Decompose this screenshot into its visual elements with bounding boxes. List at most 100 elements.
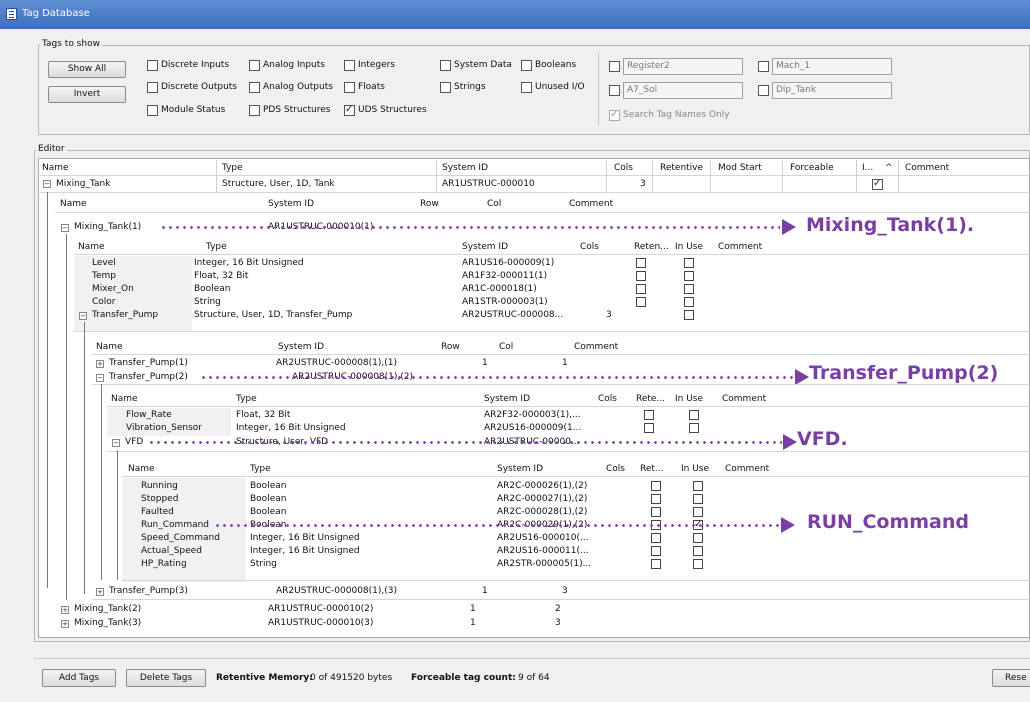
inuse-checkbox[interactable] — [693, 481, 703, 491]
l2-row-name[interactable]: Temp — [92, 271, 116, 281]
l2-systemid-header[interactable]: System ID — [462, 242, 508, 252]
discrete-inputs-checkbox[interactable] — [147, 60, 158, 71]
inuse-checkbox[interactable] — [693, 494, 703, 504]
retentive-checkbox[interactable] — [651, 494, 661, 504]
l2-row-name[interactable]: Mixer_On — [92, 284, 134, 294]
retentive-checkbox[interactable] — [636, 258, 646, 268]
l5-retentive-header[interactable]: Ret... — [640, 464, 664, 474]
l3-systemid-header[interactable]: System ID — [278, 342, 324, 352]
retentive-checkbox[interactable] — [644, 410, 654, 420]
l2-row-name[interactable]: Transfer_Pump — [92, 310, 158, 320]
integers-checkbox[interactable] — [344, 60, 355, 71]
l1-row-header[interactable]: Row — [420, 199, 439, 209]
inuse-checkbox[interactable] — [689, 410, 699, 420]
l4-inuse-header[interactable]: In Use — [675, 394, 703, 404]
retentive-checkbox[interactable] — [651, 507, 661, 517]
collapse-transfer-pump-icon[interactable]: − — [79, 312, 87, 320]
l5-row-name[interactable]: Actual_Speed — [141, 546, 202, 556]
l5-row-name[interactable]: Run_Command — [141, 520, 209, 530]
collapse-vfd-icon[interactable]: − — [112, 439, 120, 447]
invert-button[interactable]: Invert — [48, 86, 126, 103]
a7-sol-checkbox[interactable] — [609, 85, 620, 96]
module-status-checkbox[interactable] — [147, 105, 158, 116]
l2-cols-header[interactable]: Cols — [580, 242, 599, 252]
retentive-checkbox[interactable] — [636, 297, 646, 307]
add-tags-button[interactable]: Add Tags — [42, 669, 116, 687]
l1-comment-header[interactable]: Comment — [569, 199, 613, 209]
inuse-checkbox[interactable] — [684, 284, 694, 294]
col-inuse-header[interactable]: I... — [862, 163, 873, 173]
retentive-checkbox[interactable] — [636, 284, 646, 294]
mach1-field[interactable]: Mach_1 — [772, 58, 892, 75]
delete-tags-button[interactable]: Delete Tags — [126, 669, 206, 687]
retentive-checkbox[interactable] — [651, 546, 661, 556]
l2-retentive-header[interactable]: Reten... — [634, 242, 669, 252]
dip-tank-checkbox[interactable] — [758, 85, 769, 96]
retentive-checkbox[interactable] — [651, 533, 661, 543]
discrete-outputs-checkbox[interactable] — [147, 82, 158, 93]
expand-transfer-pump-1-icon[interactable]: + — [96, 360, 104, 368]
expand-mixing-tank-3-icon[interactable]: + — [61, 620, 69, 628]
l4-row-name[interactable]: Flow_Rate — [126, 410, 172, 420]
l5-systemid-header[interactable]: System ID — [497, 464, 543, 474]
uds-structures-checkbox[interactable] — [344, 104, 355, 116]
analog-outputs-checkbox[interactable] — [249, 82, 260, 93]
l5-row-name[interactable]: Stopped — [141, 494, 178, 504]
l3-row-name[interactable]: Transfer_Pump(2) — [109, 372, 188, 382]
l4-cols-header[interactable]: Cols — [598, 394, 617, 404]
l5-row-name[interactable]: Speed_Command — [141, 533, 220, 543]
system-data-checkbox[interactable] — [440, 60, 451, 71]
l1-systemid-header[interactable]: System ID — [268, 199, 314, 209]
l3-name-header[interactable]: Name — [96, 342, 123, 352]
l2-row-name[interactable]: Color — [92, 297, 116, 307]
l4-name-header[interactable]: Name — [111, 394, 138, 404]
mach1-checkbox[interactable] — [758, 61, 769, 72]
expand-mixing-tank-2-icon[interactable]: + — [61, 606, 69, 614]
l3-col-header[interactable]: Col — [499, 342, 513, 352]
l2-comment-header[interactable]: Comment — [718, 242, 762, 252]
floats-checkbox[interactable] — [344, 82, 355, 93]
l5-cols-header[interactable]: Cols — [606, 464, 625, 474]
l1-tail-name[interactable]: Mixing_Tank(2) — [74, 604, 141, 614]
l1-name-header[interactable]: Name — [60, 199, 87, 209]
col-name-header[interactable]: Name — [42, 163, 69, 173]
l4-row-name[interactable]: Vibration_Sensor — [126, 423, 202, 433]
unused-io-checkbox[interactable] — [521, 82, 532, 93]
col-cols-header[interactable]: Cols — [614, 163, 633, 173]
l2-name-header[interactable]: Name — [78, 242, 105, 252]
reset-button[interactable]: Rese — [992, 669, 1030, 687]
inuse-checkbox[interactable] — [684, 258, 694, 268]
a7-sol-field[interactable]: A7_Sol — [623, 82, 743, 99]
expand-transfer-pump-3-icon[interactable]: + — [96, 588, 104, 596]
search-names-only-checkbox[interactable] — [609, 109, 620, 121]
retentive-checkbox[interactable] — [651, 559, 661, 569]
inuse-checkbox[interactable] — [693, 533, 703, 543]
mixing-tank-1-name[interactable]: Mixing_Tank(1) — [74, 222, 141, 232]
l3-row-name[interactable]: Transfer_Pump(1) — [109, 358, 188, 368]
strings-checkbox[interactable] — [440, 82, 451, 93]
col-modstart-header[interactable]: Mod Start — [718, 163, 762, 173]
l5-type-header[interactable]: Type — [250, 464, 271, 474]
l4-comment-header[interactable]: Comment — [722, 394, 766, 404]
l4-systemid-header[interactable]: System ID — [484, 394, 530, 404]
inuse-checkbox[interactable] — [684, 310, 694, 320]
retentive-checkbox[interactable] — [636, 271, 646, 281]
inuse-checkbox[interactable] — [689, 423, 699, 433]
show-all-button[interactable]: Show All — [48, 61, 126, 78]
inuse-checkbox[interactable] — [693, 559, 703, 569]
l5-comment-header[interactable]: Comment — [725, 464, 769, 474]
inuse-checkbox[interactable] — [684, 271, 694, 281]
l4-type-header[interactable]: Type — [236, 394, 257, 404]
retentive-checkbox[interactable] — [644, 423, 654, 433]
l5-row-name[interactable]: Running — [141, 481, 178, 491]
analog-inputs-checkbox[interactable] — [249, 60, 260, 71]
collapse-mixing-tank-icon[interactable]: − — [43, 180, 51, 188]
l2-row-name[interactable]: Level — [92, 258, 116, 268]
col-retentive-header[interactable]: Retentive — [660, 163, 703, 173]
l1-col-header[interactable]: Col — [487, 199, 501, 209]
col-forceable-header[interactable]: Forceable — [790, 163, 834, 173]
register2-checkbox[interactable] — [609, 61, 620, 72]
mixing-tank-inuse-checkbox[interactable] — [872, 178, 883, 190]
inuse-checkbox[interactable] — [684, 297, 694, 307]
inuse-checkbox[interactable] — [693, 546, 703, 556]
